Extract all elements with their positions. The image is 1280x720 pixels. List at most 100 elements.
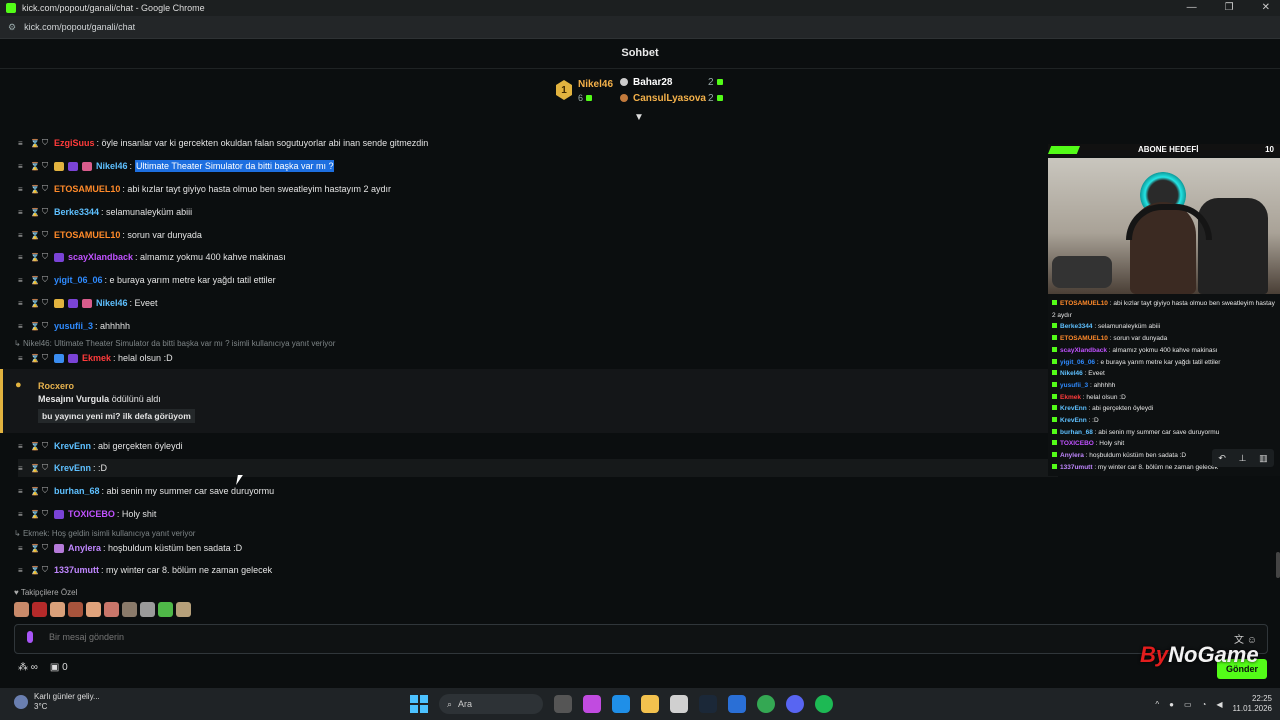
chat-message[interactable]: ≡ ⌛ ⛉ 1337umutt: my winter car 8. bölüm ne … [18, 561, 1058, 579]
leader-first-name[interactable]: Nikel46 [578, 79, 613, 90]
delete-message-icon[interactable]: ≡ [18, 464, 30, 473]
timeout-icon[interactable]: ⌛ [30, 442, 42, 451]
timeout-icon[interactable]: ⌛ [30, 139, 42, 148]
emote-6[interactable] [104, 602, 119, 617]
clock[interactable]: 22:25 11.01.2026 [1233, 694, 1272, 714]
timeout-icon[interactable]: ⌛ [30, 322, 42, 331]
delete-message-icon[interactable]: ≡ [18, 276, 30, 285]
task-view-icon[interactable] [554, 695, 572, 713]
delete-message-icon[interactable]: ≡ [18, 299, 30, 308]
message-username[interactable]: KrevEnn [54, 463, 91, 473]
message-username[interactable]: 1337umutt [54, 565, 99, 575]
redemption-user[interactable]: Rocxero [38, 381, 74, 391]
delete-message-icon[interactable]: ≡ [18, 253, 30, 262]
delete-message-icon[interactable]: ≡ [18, 322, 30, 331]
ban-icon[interactable]: ⛉ [42, 161, 54, 171]
chat-input-box[interactable]: 文 ☺ [14, 624, 1268, 654]
emote-2[interactable] [32, 602, 47, 617]
emote-3[interactable] [50, 602, 65, 617]
ban-icon[interactable]: ⛉ [42, 298, 54, 308]
gift-counter[interactable]: ▣ 0 [50, 662, 68, 673]
message-username[interactable]: EzgiSuus [54, 138, 95, 148]
volume-icon[interactable]: ◀ [1216, 700, 1222, 709]
message-username[interactable]: Nikel46 [96, 161, 128, 171]
discord-icon[interactable] [786, 695, 804, 713]
chat-message[interactable]: ≡ ⌛ ⛉ ETOSAMUEL10: sorun var dunyada [18, 226, 1058, 244]
delete-message-icon[interactable]: ≡ [18, 139, 30, 148]
delete-message-icon[interactable]: ≡ [18, 354, 30, 363]
chat-message[interactable]: ≡ ⌛ ⛉ KrevEnn: abi gerçekten öyleydi [18, 437, 1058, 455]
ban-icon[interactable]: ⛉ [42, 543, 54, 553]
ban-icon[interactable]: ⛉ [42, 463, 54, 473]
timeout-icon[interactable]: ⌛ [30, 510, 42, 519]
network-icon[interactable]: ◔ [1202, 700, 1207, 709]
ban-icon[interactable]: ⛉ [42, 184, 54, 194]
emote-1[interactable] [14, 602, 29, 617]
message-username[interactable]: KrevEnn [54, 441, 91, 451]
emote-5[interactable] [86, 602, 101, 617]
copilot-icon[interactable] [583, 695, 601, 713]
emote-4[interactable] [68, 602, 83, 617]
ban-icon[interactable]: ⛉ [42, 509, 54, 519]
delete-message-icon[interactable]: ≡ [18, 442, 30, 451]
file-explorer-icon[interactable] [641, 695, 659, 713]
timeout-icon[interactable]: ⌛ [30, 276, 42, 285]
ban-icon[interactable]: ⛉ [42, 252, 54, 262]
ban-icon[interactable]: ⛉ [42, 321, 54, 331]
chat-message[interactable]: ≡ ⌛ ⛉ KrevEnn: :D [18, 459, 1058, 477]
ban-icon[interactable]: ⛉ [42, 441, 54, 451]
message-username[interactable]: yigit_06_06 [54, 275, 103, 285]
timeout-icon[interactable]: ⌛ [30, 253, 42, 262]
start-button[interactable] [410, 695, 428, 713]
ban-icon[interactable]: ⛉ [42, 353, 54, 363]
ban-icon[interactable]: ⛉ [42, 138, 54, 148]
emote-8[interactable] [140, 602, 155, 617]
chat-message[interactable]: ≡ ⌛ ⛉ Berke3344: selamunaleyküm abiii [18, 203, 1058, 221]
chrome-icon[interactable] [757, 695, 775, 713]
display-icon[interactable]: ▭ [1184, 700, 1192, 709]
delete-message-icon[interactable]: ≡ [18, 208, 30, 217]
message-username[interactable]: burhan_68 [54, 486, 100, 496]
emote-10[interactable] [176, 602, 191, 617]
timeout-icon[interactable]: ⌛ [30, 354, 42, 363]
chat-message[interactable]: ≡ ⌛ ⛉ EzgiSuus: öyle insanlar var ki gercek… [18, 134, 1058, 152]
ban-icon[interactable]: ⛉ [42, 486, 54, 496]
timeout-icon[interactable]: ⌛ [30, 162, 42, 171]
timeout-icon[interactable]: ⌛ [30, 566, 42, 575]
chat-message[interactable]: ≡ ⌛ ⛉ Ekmek: helal olsun :D [18, 349, 1058, 367]
message-username[interactable]: yusufii_3 [54, 321, 93, 331]
leader-second[interactable]: Bahar28 2 [620, 77, 723, 88]
timeout-icon[interactable]: ⌛ [30, 487, 42, 496]
chat-message[interactable]: ≡ ⌛ ⛉ scayXlandback: almamız yokmu 400 kahv… [18, 248, 1058, 266]
delete-message-icon[interactable]: ≡ [18, 510, 30, 519]
scrollbar-thumb[interactable] [1276, 552, 1280, 578]
chat-message[interactable]: ≡ ⌛ ⛉ ETOSAMUEL10: abi kızlar tayt giyiyo h… [18, 180, 1058, 198]
message-username[interactable]: Anylera [68, 543, 101, 553]
chat-message-input[interactable] [47, 631, 1151, 643]
message-username[interactable]: ETOSAMUEL10 [54, 230, 120, 240]
weather-widget[interactable]: Karlı günler geliy... 3°C [14, 692, 100, 712]
message-username[interactable]: Nikel46 [96, 298, 128, 308]
delete-message-icon[interactable]: ≡ [18, 566, 30, 575]
pin-icon[interactable]: ⊥ [1239, 453, 1247, 464]
message-username[interactable]: Ekmek [82, 353, 111, 363]
chat-message[interactable]: ≡ ⌛ ⛉ Nikel46: Ultimate Theater Simulator da… [18, 157, 1058, 175]
mic-tray-icon[interactable]: ● [1169, 700, 1174, 709]
timeout-icon[interactable]: ⌛ [30, 299, 42, 308]
ban-icon[interactable]: ⛉ [42, 230, 54, 240]
edge-icon[interactable] [612, 695, 630, 713]
microphone-icon[interactable] [27, 631, 33, 643]
timeout-icon[interactable]: ⌛ [30, 231, 42, 240]
chat-message[interactable]: ≡ ⌛ ⛉ burhan_68: abi senin my summer car sa… [18, 482, 1058, 500]
message-username[interactable]: Berke3344 [54, 207, 99, 217]
minimize-button[interactable]: — [1187, 2, 1197, 13]
message-username[interactable]: TOXICEBO [68, 509, 115, 519]
message-username[interactable]: scayXlandback [68, 252, 133, 262]
timeout-icon[interactable]: ⌛ [30, 185, 42, 194]
tray-chevron-icon[interactable]: ^ [1155, 700, 1159, 709]
taskbar-search[interactable]: ⌕ Ara [439, 694, 543, 714]
timeout-icon[interactable]: ⌛ [30, 544, 42, 553]
chat-message[interactable]: ≡ ⌛ ⛉ Anylera: hoşbuldum küstüm ben sadata … [18, 539, 1058, 557]
close-button[interactable]: ✕ [1262, 2, 1270, 13]
infinity-icon[interactable]: ⁂ ∞ [18, 662, 38, 673]
